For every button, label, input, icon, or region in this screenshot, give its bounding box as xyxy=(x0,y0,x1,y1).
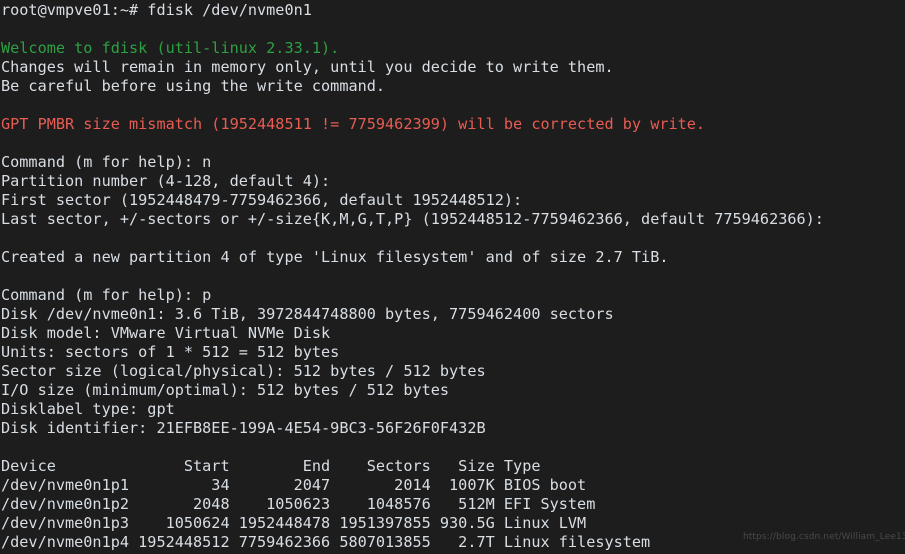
terminal-output: root@vmpve01:~# fdisk /dev/nvme0n1 Welco… xyxy=(1,1,905,552)
terminal-line: Last sector, +/-sectors or +/-size{K,M,G… xyxy=(1,210,834,228)
terminal-window[interactable]: root@vmpve01:~# fdisk /dev/nvme0n1 Welco… xyxy=(0,0,905,554)
terminal-line: Sector size (logical/physical): 512 byte… xyxy=(1,362,486,380)
terminal-line: Disk /dev/nvme0n1: 3.6 TiB, 397284474880… xyxy=(1,305,614,323)
terminal-line: Changes will remain in memory only, unti… xyxy=(1,58,614,76)
terminal-line: Disk model: VMware Virtual NVMe Disk xyxy=(1,324,331,342)
terminal-line: GPT PMBR size mismatch (1952448511 != 77… xyxy=(1,115,706,133)
terminal-line: I/O size (minimum/optimal): 512 bytes / … xyxy=(1,381,450,399)
terminal-line: /dev/nvme0n1p3 1050624 1952448478 195139… xyxy=(1,514,587,532)
terminal-line: Disk identifier: 21EFB8EE-199A-4E54-9BC3… xyxy=(1,419,486,437)
terminal-line: Disklabel type: gpt xyxy=(1,400,175,418)
terminal-line: Welcome to fdisk (util-linux 2.33.1). xyxy=(1,39,340,57)
terminal-line: Device Start End Sectors Size Type xyxy=(1,457,541,475)
terminal-line: Be careful before using the write comman… xyxy=(1,77,386,95)
terminal-line: Units: sectors of 1 * 512 = 512 bytes xyxy=(1,343,340,361)
terminal-line: First sector (1952448479-7759462366, def… xyxy=(1,191,532,209)
terminal-line: Command (m for help): n xyxy=(1,153,212,171)
terminal-line: root@vmpve01:~# fdisk /dev/nvme0n1 xyxy=(1,1,312,19)
watermark-text: https://blog.csdn.net/William_Lee1333 xyxy=(743,532,905,542)
terminal-line: Partition number (4-128, default 4): xyxy=(1,172,340,190)
terminal-line: Created a new partition 4 of type 'Linux… xyxy=(1,248,669,266)
terminal-line: Command (m for help): p xyxy=(1,286,212,304)
terminal-line: /dev/nvme0n1p2 2048 1050623 1048576 512M… xyxy=(1,495,596,513)
terminal-line: /dev/nvme0n1p1 34 2047 2014 1007K BIOS b… xyxy=(1,476,587,494)
